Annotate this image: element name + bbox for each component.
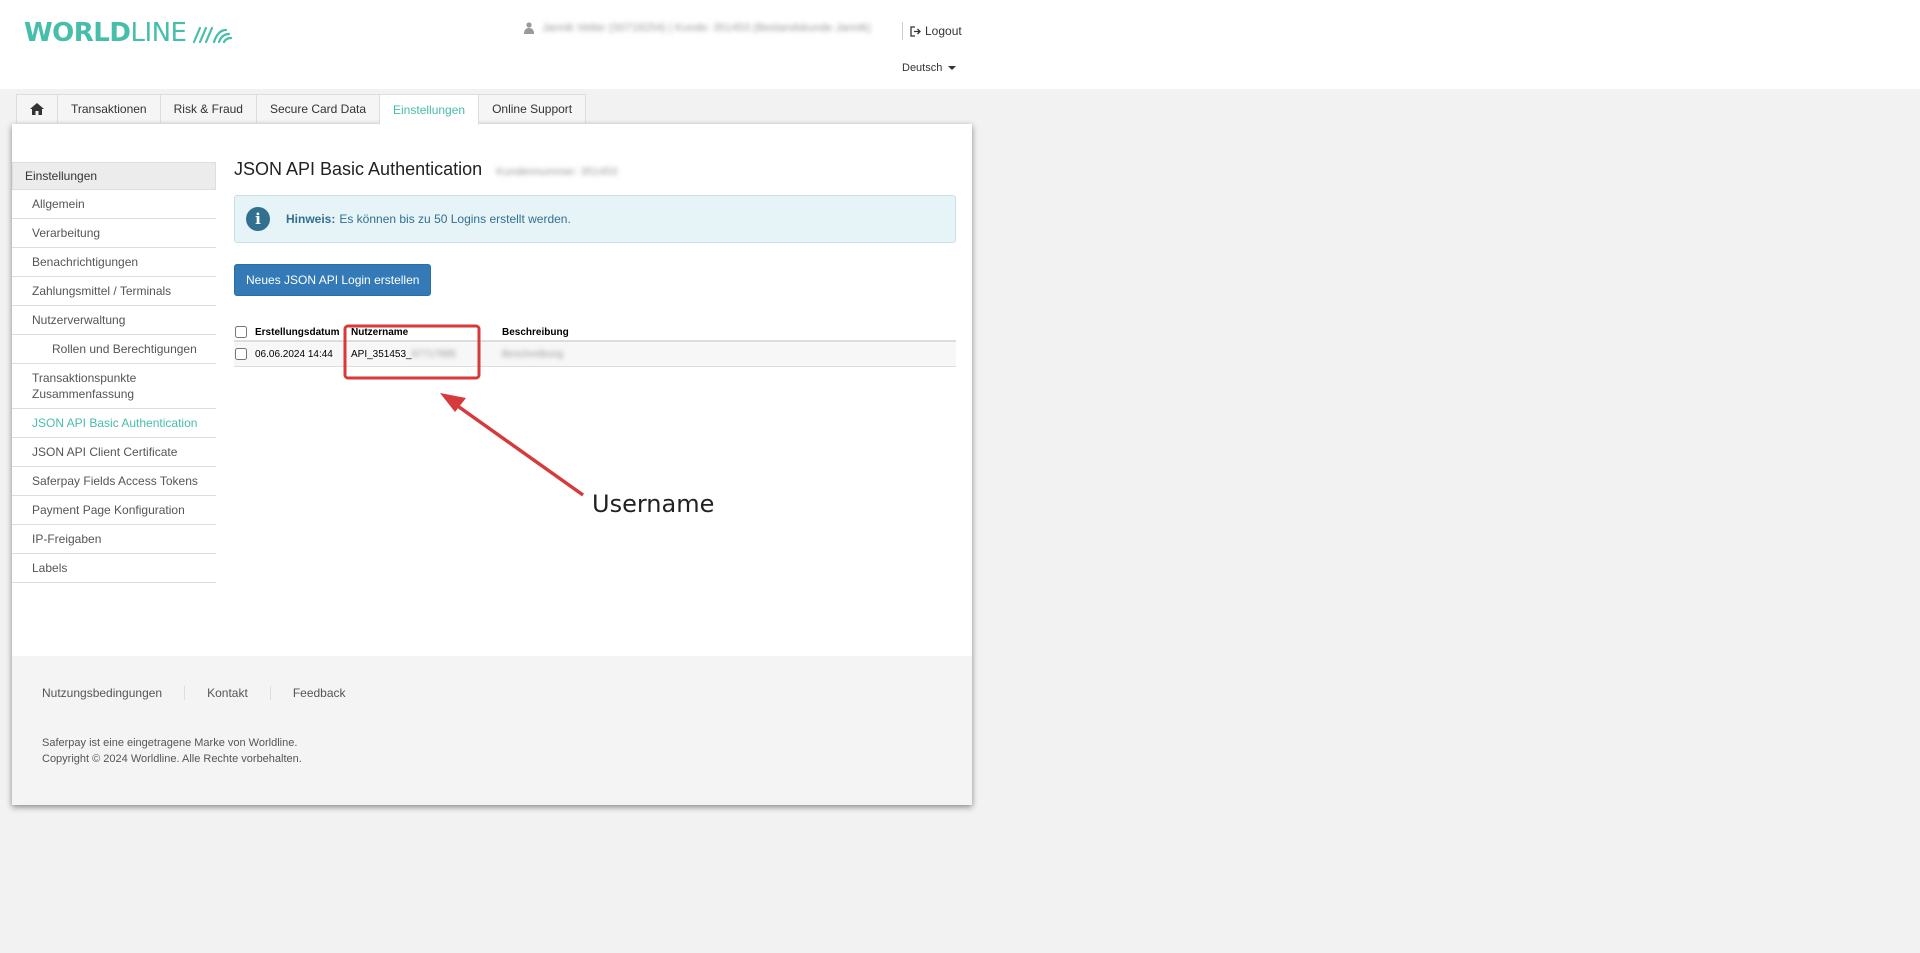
annotation-overlay	[343, 324, 585, 497]
annotation-arrow-line	[450, 400, 585, 497]
annotation-label: Username	[592, 490, 715, 518]
tab-einstellungen[interactable]: Einstellungen	[379, 94, 480, 125]
username-highlight-box	[343, 324, 481, 380]
